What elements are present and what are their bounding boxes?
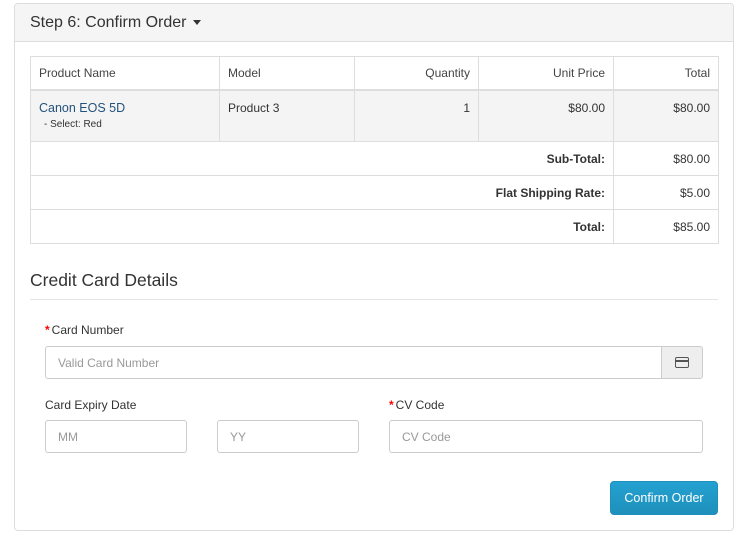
quantity-cell: 1 [354,89,479,142]
expiry-month-input[interactable]: MM [45,420,187,453]
credit-card-icon [675,357,689,368]
subtotal-label: Sub-Total: [30,141,614,176]
header-unit-price: Unit Price [478,56,614,91]
total-value: $85.00 [613,209,719,244]
card-addon [662,346,703,379]
header-quantity: Quantity [354,56,479,91]
header-product-name: Product Name [30,56,220,91]
table-header-row: Product Name Model Quantity Unit Price T… [30,56,719,91]
model-cell: Product 3 [219,89,355,142]
header-total: Total [613,56,719,91]
total-cell: $80.00 [613,89,719,142]
shipping-value: $5.00 [613,175,719,210]
product-option: - Select: Red [44,118,102,130]
table-row: Canon EOS 5D - Select: Red Product 3 1 $… [30,89,719,142]
expiry-label: Card Expiry Date [45,398,137,412]
shipping-row: Flat Shipping Rate: $5.00 [30,175,719,210]
cv-code-input[interactable]: CV Code [389,420,703,453]
product-cell: Canon EOS 5D - Select: Red [30,89,220,142]
panel-heading[interactable]: Step 6: Confirm Order [15,4,733,42]
total-row: Total: $85.00 [30,209,719,244]
order-table: Product Name Model Quantity Unit Price T… [30,56,719,244]
shipping-label: Flat Shipping Rate: [30,175,614,210]
expiry-year-input[interactable]: YY [217,420,359,453]
caret-down-icon[interactable] [192,20,201,25]
subtotal-row: Sub-Total: $80.00 [30,141,719,176]
subtotal-value: $80.00 [613,141,719,176]
unit-price-cell: $80.00 [478,89,614,142]
card-number-label: * Card Number [45,323,124,337]
credit-card-title: Credit Card Details [30,270,718,300]
card-number-input[interactable]: Valid Card Number [45,346,662,379]
required-mark: * [389,398,394,412]
card-number-group: Valid Card Number [45,346,703,379]
cv-code-label: * CV Code [389,398,445,412]
required-mark: * [45,323,50,337]
header-model: Model [219,56,355,91]
confirm-order-button[interactable]: Confirm Order [610,481,718,515]
total-label: Total: [30,209,614,244]
panel-title[interactable]: Step 6: Confirm Order [30,14,187,32]
product-link[interactable]: Canon EOS 5D [39,101,125,115]
